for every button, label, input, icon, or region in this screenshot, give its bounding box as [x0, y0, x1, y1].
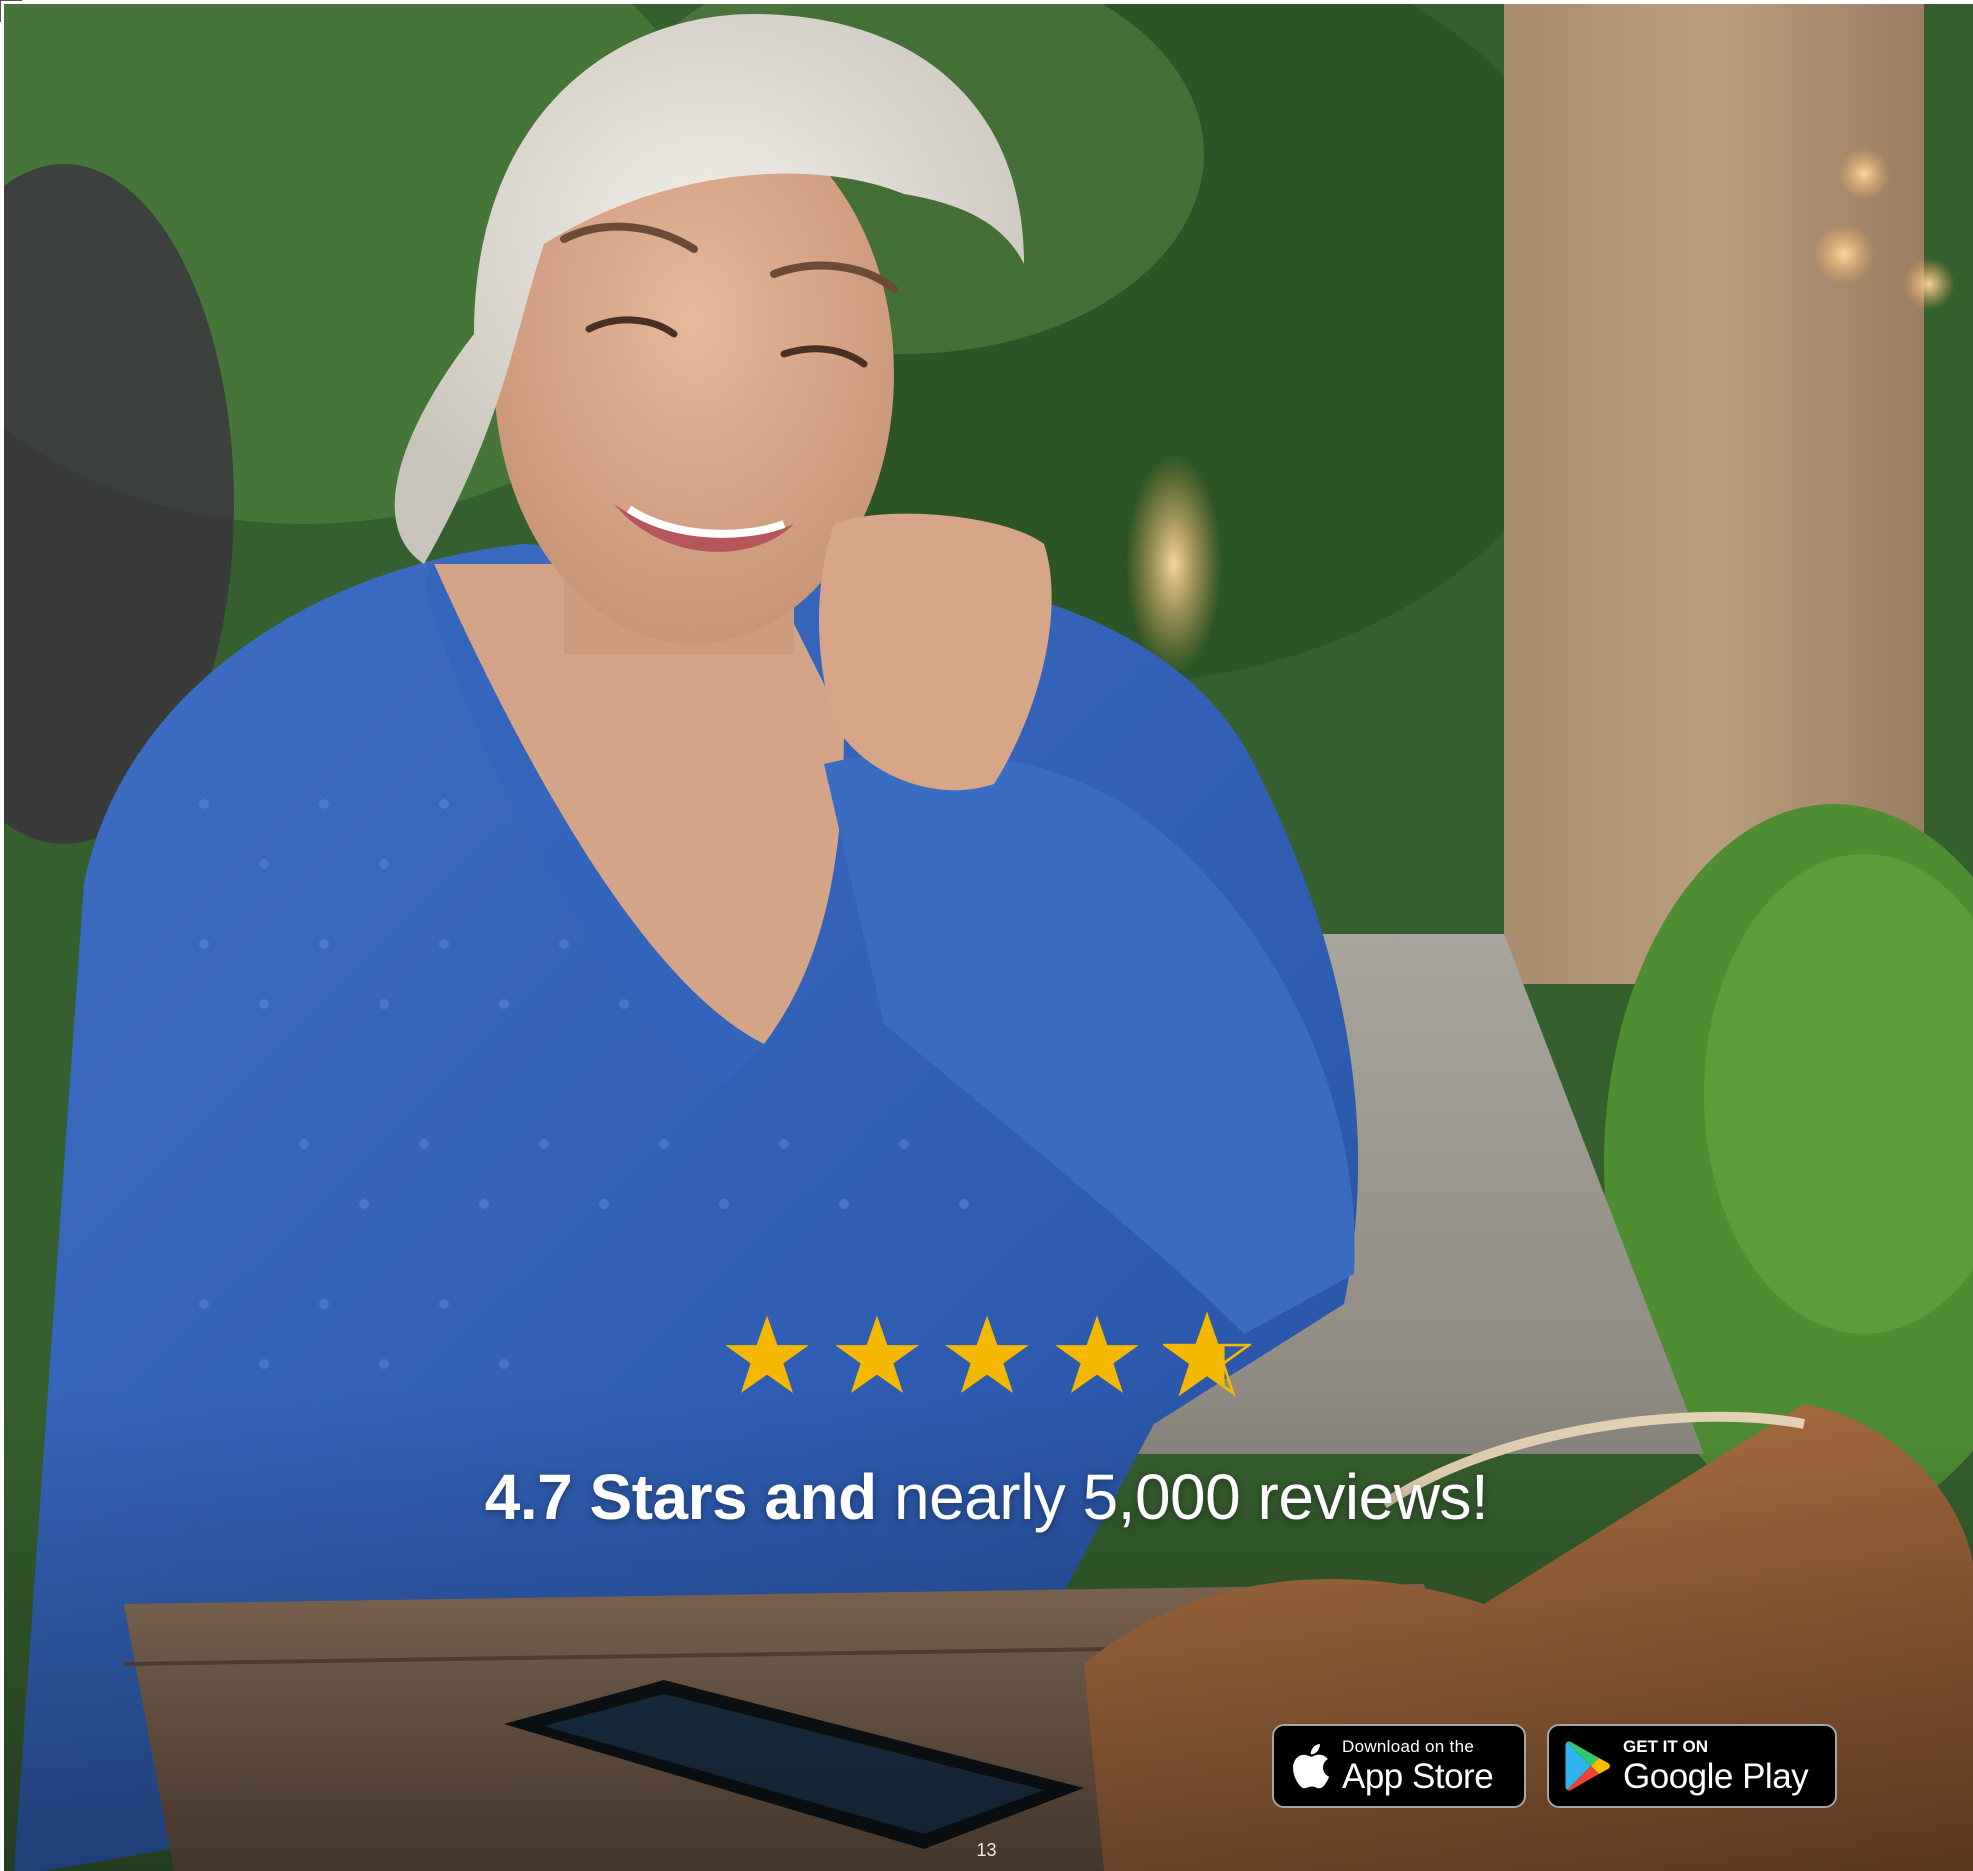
- google-play-button[interactable]: GET IT ON Google Play: [1547, 1724, 1837, 1808]
- crop-mark: [0, 0, 1, 22]
- star-icon: [833, 1312, 921, 1400]
- crop-mark: [0, 0, 22, 1]
- stars-row: [723, 1312, 1251, 1400]
- page: 4.7 Stars and nearly 5,000 reviews! Down…: [0, 0, 1973, 1871]
- star-icon: [943, 1312, 1031, 1400]
- headline-regular: nearly 5,000 reviews!: [876, 1461, 1489, 1533]
- background-photo: [4, 4, 1973, 1871]
- app-store-button[interactable]: Download on the App Store: [1272, 1724, 1526, 1808]
- rating-stars: [0, 1312, 1973, 1405]
- star-icon: [1053, 1312, 1141, 1400]
- google-play-small-text: GET IT ON: [1623, 1737, 1708, 1756]
- app-store-large-text: App Store: [1342, 1757, 1494, 1796]
- app-store-small-text: Download on the: [1342, 1737, 1475, 1756]
- headline: 4.7 Stars and nearly 5,000 reviews!: [0, 1460, 1973, 1534]
- apple-icon: [1290, 1742, 1330, 1790]
- star-icon: [1162, 1312, 1251, 1400]
- page-number: 13: [976, 1840, 997, 1860]
- star-icon: [723, 1312, 811, 1400]
- google-play-large-text: Google Play: [1623, 1757, 1809, 1796]
- google-play-icon: [1565, 1740, 1611, 1792]
- headline-bold: 4.7 Stars and: [484, 1461, 877, 1533]
